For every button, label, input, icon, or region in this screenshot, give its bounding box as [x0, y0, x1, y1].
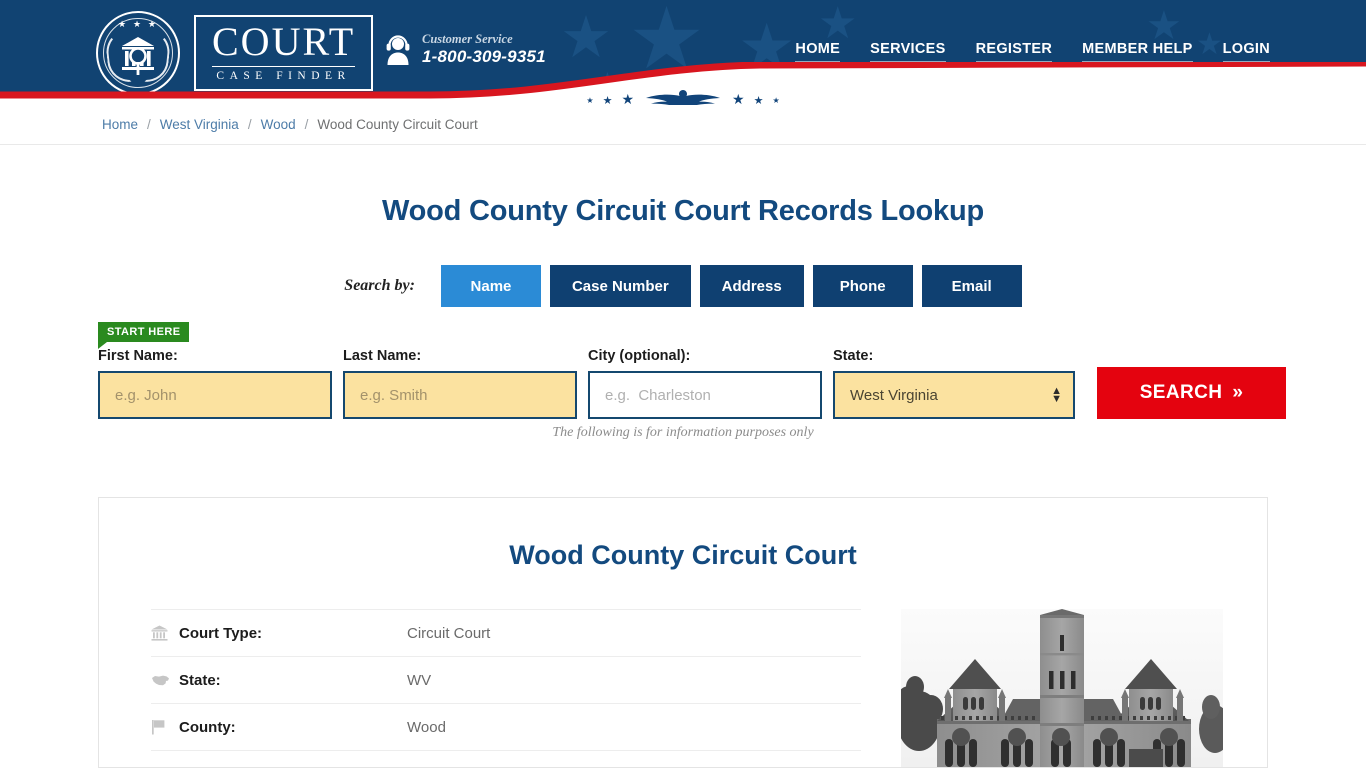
site-logo[interactable]: ★ ★ ★ COURT CASE FINDER	[96, 10, 374, 96]
table-row: County: Wood	[151, 703, 861, 750]
us-map-icon	[151, 674, 179, 687]
tab-email[interactable]: Email	[921, 265, 1022, 307]
search-by-label: Search by:	[344, 277, 415, 294]
customer-service-phone[interactable]: 1-800-309-9351	[422, 47, 546, 67]
row-key: County:	[179, 718, 236, 736]
search-fields: First Name: Last Name: City (optional): …	[98, 348, 1286, 419]
disclaimer-text: The following is for information purpose…	[552, 425, 814, 440]
tab-case-number[interactable]: Case Number	[549, 265, 691, 307]
state-label: State:	[833, 348, 874, 364]
row-key: State:	[179, 671, 221, 689]
first-name-input[interactable]	[98, 371, 332, 419]
tab-name[interactable]: Name	[440, 265, 541, 307]
row-value: Circuit Court	[407, 624, 491, 642]
table-row: State: WV	[151, 656, 861, 703]
first-name-label: First Name:	[98, 348, 178, 364]
court-seal-icon: ★ ★ ★	[96, 11, 180, 95]
row-value: WV	[407, 671, 432, 689]
breadcrumb-separator: /	[304, 117, 309, 132]
headset-agent-icon	[386, 35, 410, 66]
breadcrumb-item-current: Wood County Circuit Court	[317, 117, 478, 132]
state-group: State: West Virginia ▲ ▼	[833, 348, 1075, 419]
site-header: ★ ★ ★ ★ ★ ★ ★ ★ ★ ★ COURT CASE FINDER Cu…	[0, 0, 1366, 105]
breadcrumb: Home / West Virginia / Wood / Wood Count…	[102, 117, 478, 132]
seal-stars: ★ ★ ★	[118, 20, 158, 30]
eagle-icon	[646, 90, 720, 105]
main-navigation: HOME SERVICES REGISTER MEMBER HELP LOGIN	[795, 41, 1270, 62]
row-key: Court Type:	[179, 624, 263, 642]
city-input[interactable]	[588, 371, 822, 419]
main-content: Wood County Circuit Court Records Lookup…	[0, 195, 1366, 768]
chevron-right-double-icon: »	[1232, 382, 1244, 403]
courthouse-magnifier-icon	[122, 37, 154, 75]
stars-right: ★ ★ ★	[732, 92, 780, 105]
last-name-input[interactable]	[343, 371, 577, 419]
start-here-badge: START HERE	[98, 322, 190, 350]
table-row: Court Type: Circuit Court	[151, 609, 861, 656]
court-card-body: Court Type: Circuit Court State: WV Coun…	[99, 609, 1267, 767]
bank-icon	[151, 625, 179, 641]
page-title: Wood County Circuit Court Records Lookup	[381, 195, 985, 227]
breadcrumb-item-county[interactable]: Wood	[261, 117, 296, 132]
nav-item-register[interactable]: REGISTER	[975, 41, 1053, 62]
first-name-group: First Name:	[98, 348, 332, 419]
last-name-group: Last Name:	[343, 348, 577, 419]
row-value: Wood	[407, 718, 446, 736]
nav-item-login[interactable]: LOGIN	[1222, 41, 1270, 62]
tab-address[interactable]: Address	[699, 265, 804, 307]
state-select[interactable]: West Virginia	[833, 371, 1075, 419]
logo-subtitle: CASE FINDER	[216, 69, 351, 82]
search-form: START HERE First Name: Last Name: City (…	[0, 315, 1366, 419]
search-by-tabs: Search by: Name Case Number Address Phon…	[0, 265, 1366, 307]
breadcrumb-separator: /	[147, 117, 151, 132]
flag-icon	[151, 719, 179, 735]
nav-item-services[interactable]: SERVICES	[870, 41, 946, 62]
city-label: City (optional):	[588, 348, 691, 364]
stars-left: ★ ★ ★	[586, 92, 634, 105]
court-details-table: Court Type: Circuit Court State: WV Coun…	[151, 609, 861, 767]
courthouse-photo	[901, 609, 1223, 767]
customer-service: Customer Service 1-800-309-9351	[385, 32, 546, 67]
court-info-card: Wood County Circuit Court Court Type: Ci…	[98, 497, 1268, 768]
court-name-heading: Wood County Circuit Court	[509, 540, 857, 570]
customer-service-label: Customer Service	[422, 32, 513, 46]
search-button[interactable]: SEARCH »	[1097, 367, 1286, 419]
search-button-label: SEARCH	[1139, 382, 1223, 403]
breadcrumb-bar: Home / West Virginia / Wood / Wood Count…	[0, 105, 1366, 145]
tab-phone[interactable]: Phone	[812, 265, 913, 307]
breadcrumb-item-home[interactable]: Home	[102, 117, 138, 132]
city-group: City (optional):	[588, 348, 822, 419]
nav-item-home[interactable]: HOME	[795, 41, 841, 62]
logo-wordmark: COURT CASE FINDER	[194, 14, 374, 92]
last-name-label: Last Name:	[343, 348, 422, 364]
breadcrumb-separator: /	[247, 117, 252, 132]
logo-word: COURT	[212, 18, 356, 64]
breadcrumb-item-state[interactable]: West Virginia	[160, 117, 239, 132]
nav-item-member-help[interactable]: MEMBER HELP	[1082, 41, 1193, 62]
table-row-bottom-divider	[151, 750, 861, 754]
